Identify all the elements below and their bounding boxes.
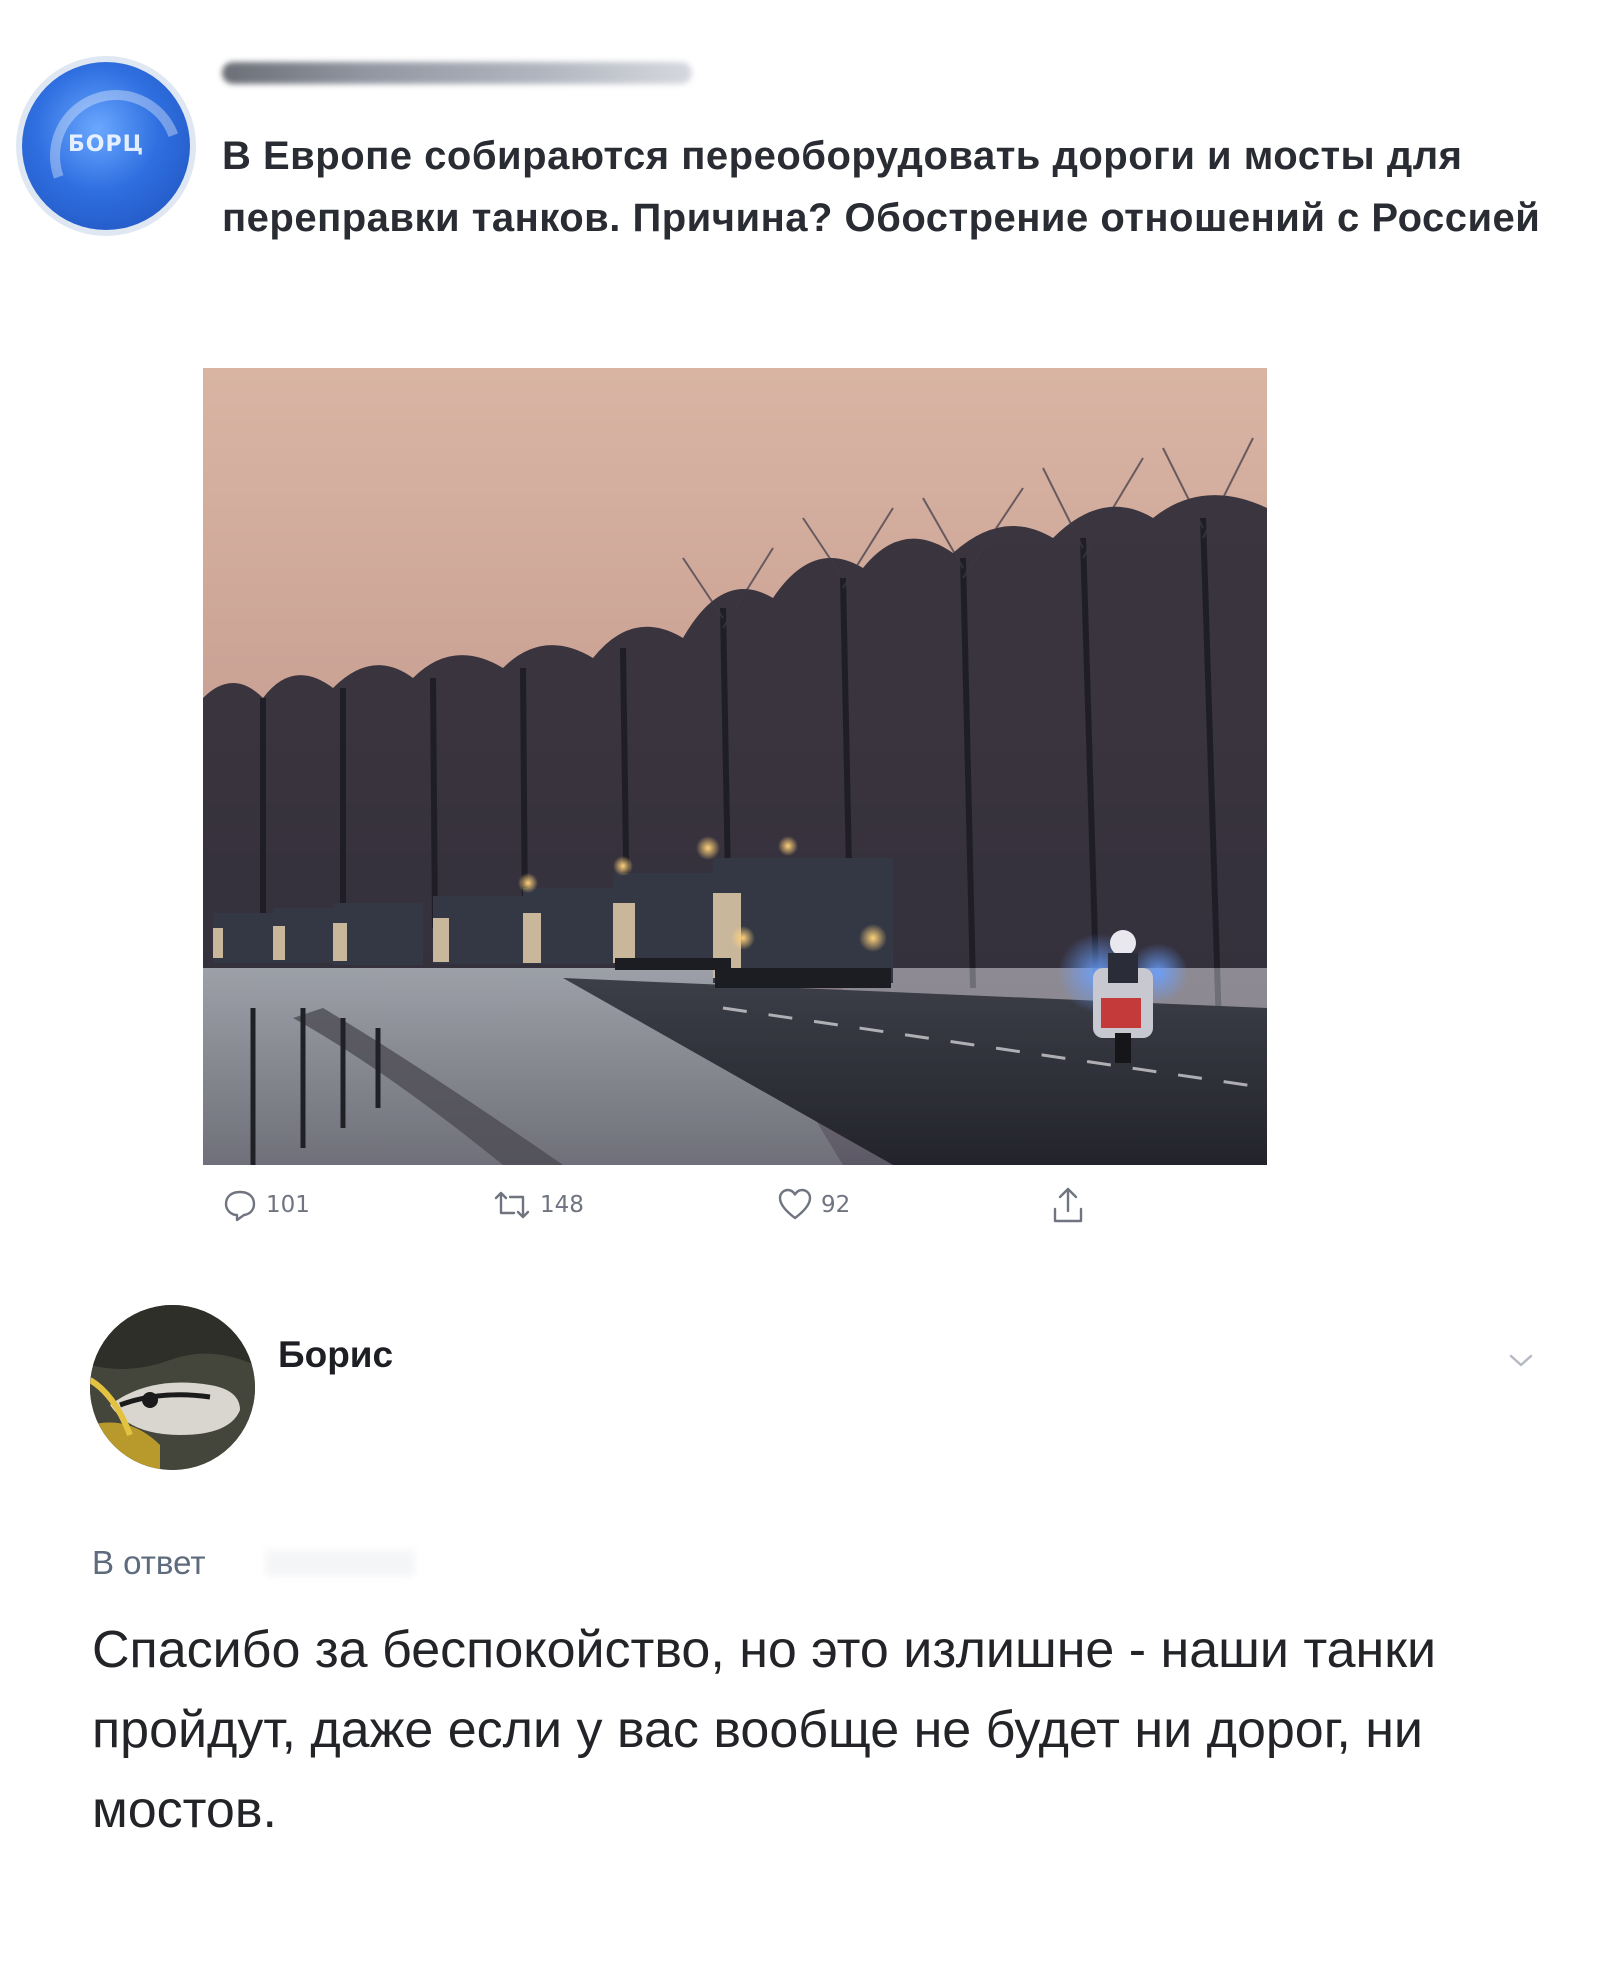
share-icon: [1053, 1187, 1083, 1223]
reply-count: 101: [266, 1192, 310, 1218]
in-reply-to-label: В ответ: [92, 1544, 206, 1581]
redacted-reply-target: [265, 1550, 415, 1576]
redacted-author-name: [222, 62, 692, 84]
post-text: В Европе собираются переоборудовать доро…: [222, 134, 1541, 240]
chevron-down-icon[interactable]: [1505, 1348, 1537, 1372]
reply-text: Спасибо за беспокойство, но это излишне …: [92, 1621, 1437, 1839]
reply-author-name[interactable]: Борис: [278, 1334, 393, 1376]
post-photo[interactable]: [203, 368, 1267, 1165]
retweet-count: 148: [540, 1192, 584, 1218]
retweet-icon: [494, 1191, 530, 1219]
post-avatar[interactable]: БОРЦ: [22, 62, 190, 230]
heart-icon: [778, 1188, 812, 1220]
reply-avatar[interactable]: [90, 1305, 255, 1470]
original-post: БОРЦ В Европе собираются переоборудовать…: [0, 0, 1600, 1290]
avatar-logo-text: БОРЦ: [67, 132, 144, 157]
reply-button[interactable]: 101: [222, 1180, 310, 1230]
post-action-bar: 101 148 92: [222, 1180, 1122, 1230]
reply-icon: [224, 1190, 256, 1222]
retweet-button[interactable]: 148: [492, 1180, 584, 1230]
like-button[interactable]: 92: [777, 1180, 850, 1230]
share-button[interactable]: [1050, 1180, 1086, 1230]
like-count: 92: [821, 1192, 851, 1218]
